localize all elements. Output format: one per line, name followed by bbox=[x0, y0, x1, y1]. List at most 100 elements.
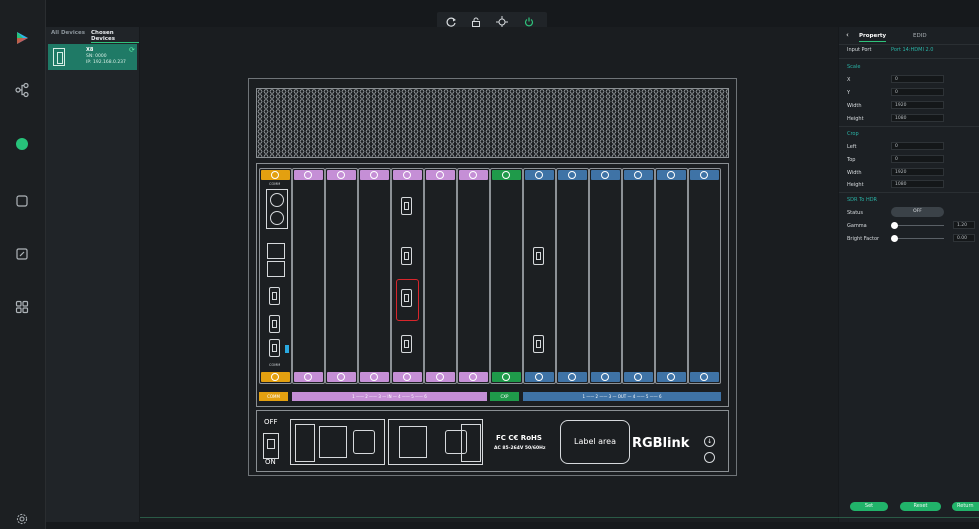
settings-icon[interactable] bbox=[12, 511, 32, 527]
power-off-label: OFF bbox=[264, 418, 278, 426]
output-card-4[interactable] bbox=[622, 168, 655, 384]
power-switch[interactable] bbox=[263, 433, 279, 459]
scale-height-label: Height bbox=[847, 116, 864, 122]
power-module-1 bbox=[290, 419, 385, 465]
left-rail bbox=[0, 0, 46, 529]
output-card-6[interactable] bbox=[688, 168, 721, 384]
gamma-slider-track[interactable] bbox=[891, 225, 944, 226]
scale-x-input[interactable]: 0 bbox=[891, 75, 944, 83]
bottom-divider bbox=[140, 517, 979, 518]
tab-edid[interactable]: EDID bbox=[913, 33, 927, 39]
crop-width-label: Width bbox=[847, 170, 862, 176]
input-card-6[interactable] bbox=[457, 168, 490, 384]
bright-factor-label: Bright Factor bbox=[847, 236, 880, 242]
input-card-3[interactable] bbox=[358, 168, 391, 384]
scale-x-label: X bbox=[847, 77, 851, 83]
crop-left-input[interactable]: 0 bbox=[891, 142, 944, 150]
power-socket-icon bbox=[704, 452, 715, 463]
device-name: X8 bbox=[86, 47, 94, 53]
scale-width-input[interactable]: 1920 bbox=[891, 101, 944, 109]
input-card-1[interactable] bbox=[292, 168, 325, 384]
input-card-5[interactable] bbox=[424, 168, 457, 384]
bright-factor-input[interactable]: 0.00 bbox=[953, 234, 975, 242]
crop-top-input[interactable]: 0 bbox=[891, 155, 944, 163]
input-strip: 1 —— 2 —— 3 — IN — 4 —— 5 —— 6 bbox=[292, 392, 487, 401]
hdmi-port bbox=[269, 339, 280, 357]
monitor-dot-icon[interactable] bbox=[12, 134, 32, 154]
edit-icon[interactable] bbox=[12, 244, 32, 264]
output-card-5[interactable] bbox=[655, 168, 688, 384]
ground-icon: ↓ bbox=[704, 436, 715, 447]
scale-y-input[interactable]: 0 bbox=[891, 88, 944, 96]
status-toggle[interactable]: OFF bbox=[891, 207, 944, 217]
control-badge: CXP bbox=[490, 392, 519, 401]
hdmi-input-port-4[interactable] bbox=[401, 335, 412, 353]
hdmi-input-port-3[interactable] bbox=[401, 289, 412, 307]
bnc-ports bbox=[266, 189, 288, 229]
bright-slider-track[interactable] bbox=[891, 238, 944, 239]
power-on-label: ON bbox=[265, 458, 276, 466]
play-logo-icon[interactable] bbox=[12, 28, 32, 48]
topology-icon[interactable] bbox=[12, 80, 32, 100]
output-card-1[interactable] bbox=[523, 168, 556, 384]
control-card[interactable] bbox=[490, 168, 523, 384]
ethernet-port-1 bbox=[267, 243, 285, 259]
return-button[interactable]: Return bbox=[952, 502, 979, 511]
crop-top-label: Top bbox=[847, 157, 856, 163]
tab-property[interactable]: Property bbox=[859, 33, 887, 42]
comm-card-bottom bbox=[261, 372, 290, 382]
input-port-label: Input Port bbox=[847, 47, 872, 53]
label-area: Label area bbox=[560, 420, 630, 464]
scale-width-label: Width bbox=[847, 103, 862, 109]
hdmi-output-port-1[interactable] bbox=[533, 247, 544, 265]
device-panel: All Devices Chosen Devices X8 SN: 0000 I… bbox=[46, 27, 139, 522]
grid-icon[interactable] bbox=[12, 297, 32, 317]
power-spec: AC 85-264V 50/60Hz bbox=[494, 446, 546, 451]
input-card-2[interactable] bbox=[325, 168, 358, 384]
crop-width-input[interactable]: 1920 bbox=[891, 168, 944, 176]
tab-chosen-devices[interactable]: Chosen Devices bbox=[91, 30, 139, 43]
set-button[interactable]: Set bbox=[850, 502, 888, 511]
usb-port-2 bbox=[269, 315, 280, 333]
hdmi-output-port-2[interactable] bbox=[533, 335, 544, 353]
reset-button[interactable]: Reset bbox=[900, 502, 941, 511]
comm-bottom-label: COMM bbox=[269, 363, 281, 367]
back-chevron-icon[interactable]: ‹ bbox=[846, 31, 849, 39]
hdmi-input-port-1[interactable] bbox=[401, 197, 412, 215]
property-panel: ‹ Property EDID Input Port Port 14:HDMI … bbox=[839, 27, 979, 522]
output-card-3[interactable] bbox=[589, 168, 622, 384]
hdmi-input-port-2[interactable] bbox=[401, 247, 412, 265]
gamma-input[interactable]: 1.20 bbox=[953, 221, 975, 229]
crop-section-title: Crop bbox=[847, 131, 859, 137]
input-card-4[interactable] bbox=[391, 168, 424, 384]
bright-slider-thumb[interactable] bbox=[891, 235, 898, 242]
device-card[interactable]: X8 SN: 0000 IP: 192.168.0.237 ⟳ bbox=[48, 44, 137, 70]
device-thumbnail-icon bbox=[53, 48, 65, 66]
sync-icon[interactable]: ⟳ bbox=[129, 46, 135, 54]
vent-grille bbox=[256, 88, 729, 158]
sdr-section-title: SDR To HDR bbox=[847, 197, 878, 203]
window-icon[interactable] bbox=[12, 191, 32, 211]
comm-card-top bbox=[261, 170, 290, 180]
scale-height-input[interactable]: 1080 bbox=[891, 114, 944, 122]
blue-indicator bbox=[285, 345, 289, 353]
output-card-2[interactable] bbox=[556, 168, 589, 384]
crop-height-input[interactable]: 1080 bbox=[891, 180, 944, 188]
certification-marks: FC C€ RoHS bbox=[496, 434, 542, 442]
comm-badge: COMM bbox=[259, 392, 288, 401]
tab-all-devices[interactable]: All Devices bbox=[51, 30, 85, 36]
output-strip: 1 —— 2 —— 3 — OUT — 4 —— 5 —— 6 bbox=[523, 392, 721, 401]
gamma-slider-thumb[interactable] bbox=[891, 222, 898, 229]
scale-section-title: Scale bbox=[847, 64, 861, 70]
status-label: Status bbox=[847, 210, 863, 216]
device-ip: IP: 192.168.0.237 bbox=[86, 60, 126, 65]
power-module-2 bbox=[388, 419, 483, 465]
comm-top-label: COMM bbox=[269, 182, 281, 186]
usb-port-1 bbox=[269, 287, 280, 305]
brand-logo: RGBlink bbox=[632, 436, 690, 451]
ethernet-port-2 bbox=[267, 261, 285, 277]
scale-y-label: Y bbox=[847, 90, 851, 96]
crop-height-label: Height bbox=[847, 182, 864, 188]
crop-left-label: Left bbox=[847, 144, 857, 150]
comm-card[interactable]: COMM COMM bbox=[259, 168, 292, 384]
